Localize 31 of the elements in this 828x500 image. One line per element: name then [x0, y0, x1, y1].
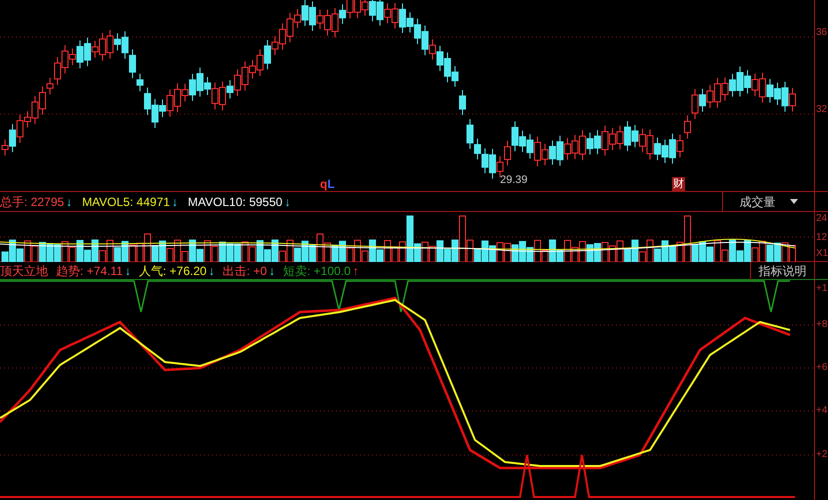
axis-label: 12: [816, 231, 828, 245]
axis-label: 32: [816, 103, 828, 117]
trend-arrow: ↓: [284, 194, 290, 210]
event-mark: L: [327, 177, 335, 191]
legend-text: MAVOL5: 44971: [82, 194, 170, 210]
trend-arrow: ↓: [208, 262, 215, 280]
axis-label: +4: [816, 404, 828, 418]
axis-label: +1: [816, 282, 828, 296]
trend-arrow: ↓: [124, 262, 131, 280]
low-price-label: 29.39: [500, 173, 528, 187]
trend-arrow: ↑: [352, 262, 359, 280]
legend-text: 趋势: +74.11: [56, 262, 123, 280]
trend-arrow: ↓: [172, 194, 178, 210]
axis-label: 36: [816, 26, 828, 40]
legend-text: 总手: 22795: [0, 194, 64, 210]
legend-text: 人气: +76.20: [138, 262, 207, 280]
axis-label: +6: [816, 361, 828, 375]
indicator-dropdown[interactable]: 成交量: [722, 192, 814, 212]
finance-badge: 财: [672, 177, 685, 191]
event-mark: q: [320, 177, 328, 191]
legend-text: 出击: +0: [222, 262, 267, 280]
axis-label: +8: [816, 318, 828, 332]
axis-label: 24: [816, 212, 828, 226]
indicator-help-button[interactable]: 指标说明: [750, 262, 814, 280]
indicator-name: 顶天立地: [0, 262, 48, 280]
axis-label: X1: [816, 247, 828, 261]
axis-label: +2: [816, 448, 828, 462]
legend-text: MAVOL10: 59550: [188, 194, 282, 210]
legend-text: 短卖: +100.0: [282, 262, 351, 280]
trend-arrow: ↓: [66, 194, 72, 210]
trend-arrow: ↓: [268, 262, 275, 280]
